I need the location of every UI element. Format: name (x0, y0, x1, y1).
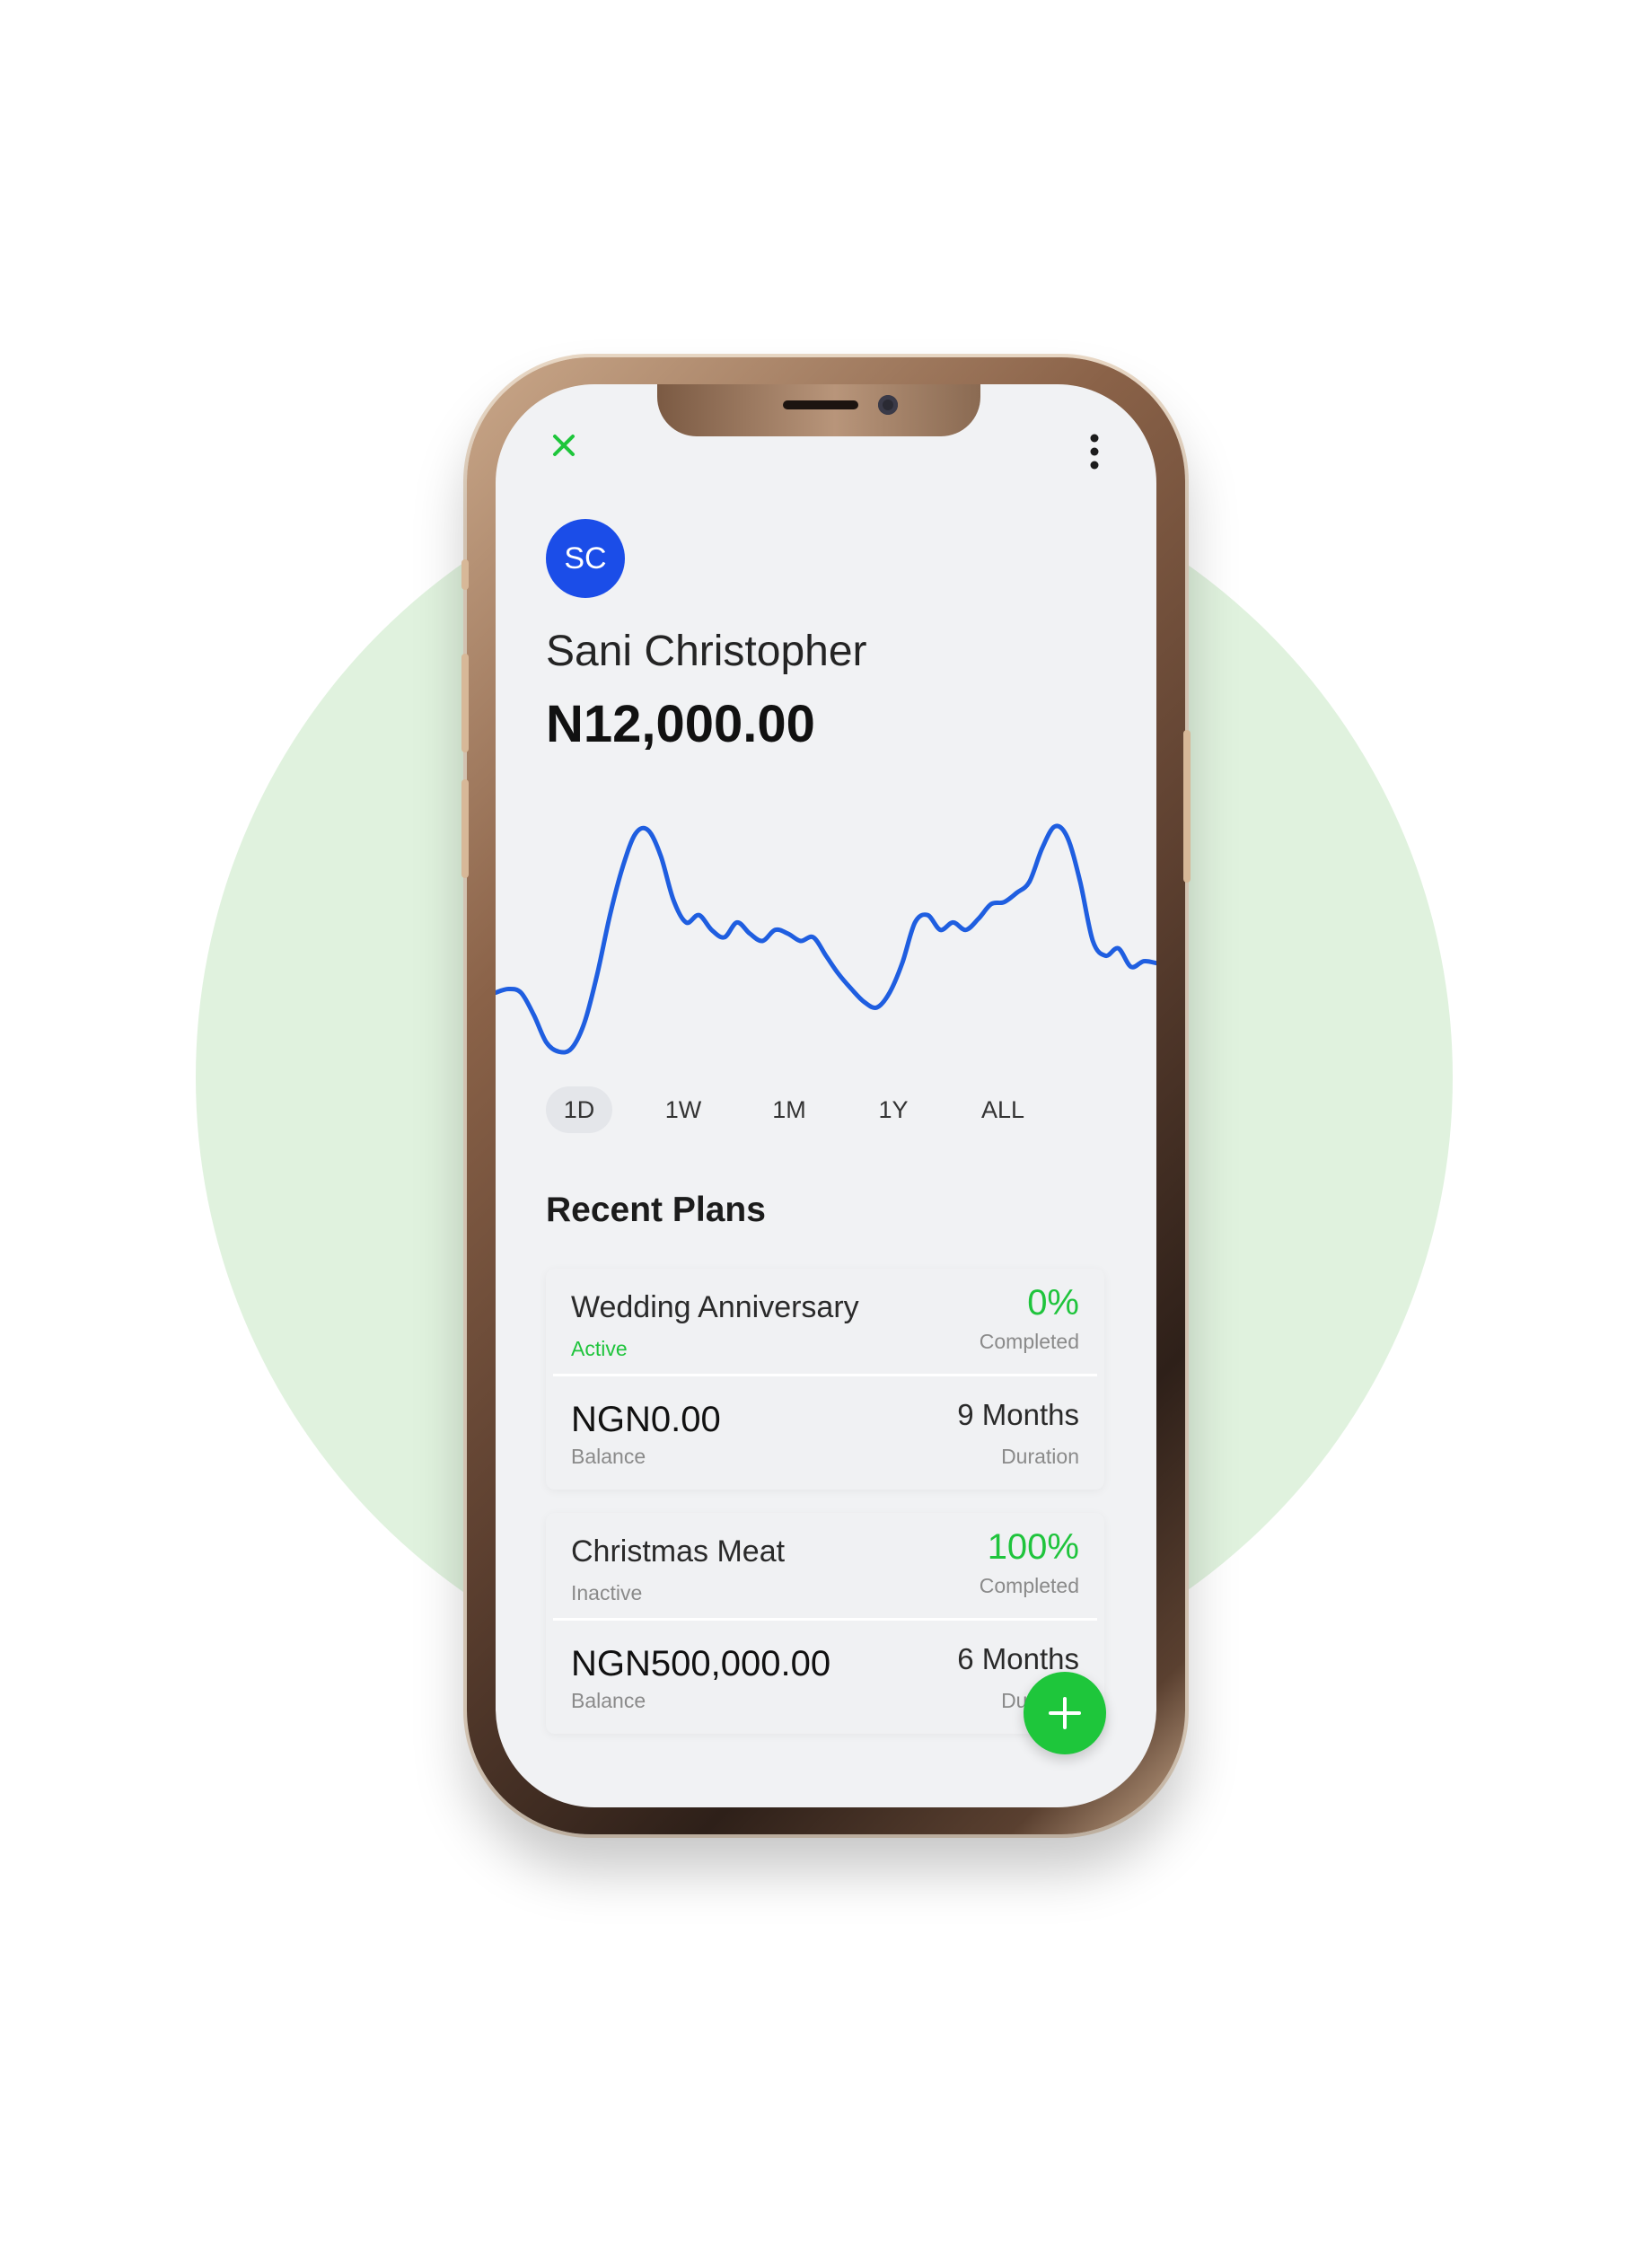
card-divider (553, 1618, 1097, 1621)
plan-title: Christmas Meat (571, 1534, 786, 1569)
speaker-grille (783, 400, 858, 409)
phone-volume-up (461, 654, 469, 752)
add-plan-button[interactable] (1024, 1672, 1106, 1754)
balance-chart (496, 823, 1156, 1055)
period-1m[interactable]: 1M (756, 1086, 822, 1133)
plan-duration-label: Duration (1001, 1445, 1079, 1468)
chart-series-line (496, 823, 1156, 1055)
plan-balance-label: Balance (571, 1689, 646, 1712)
period-all[interactable]: ALL (962, 1086, 1043, 1133)
period-selector: 1D 1W 1M 1Y ALL (546, 1086, 1085, 1137)
more-options-button[interactable] (1081, 431, 1108, 472)
plan-duration: 9 Months (957, 1398, 1079, 1431)
period-1d[interactable]: 1D (546, 1086, 612, 1133)
plan-completion-percent: 100% (987, 1527, 1079, 1567)
phone-notch (657, 384, 980, 436)
plan-status: Inactive (571, 1581, 643, 1604)
close-button[interactable] (546, 427, 582, 463)
plan-balance: NGN0.00 (571, 1400, 721, 1439)
plan-balance: NGN500,000.00 (571, 1644, 831, 1683)
plan-balance-label: Balance (571, 1445, 646, 1468)
avatar[interactable]: SC (546, 519, 625, 598)
plan-completion-label: Completed (979, 1330, 1079, 1353)
plan-card-wedding-anniversary[interactable]: Wedding Anniversary Active 0% Completed … (546, 1269, 1104, 1490)
plan-completion-label: Completed (979, 1574, 1079, 1597)
plan-title: Wedding Anniversary (571, 1290, 859, 1324)
phone-volume-down (461, 779, 469, 878)
recent-plans-title: Recent Plans (546, 1191, 766, 1229)
card-divider (553, 1374, 1097, 1376)
plan-card-christmas-meat[interactable]: Christmas Meat Inactive 100% Completed N… (546, 1513, 1104, 1734)
phone-frame: SC Sani Christopher N12,000.00 1D 1W 1M … (461, 357, 1191, 1834)
app-screen: SC Sani Christopher N12,000.00 1D 1W 1M … (496, 384, 1156, 1807)
close-icon (553, 435, 575, 456)
plan-completion-percent: 0% (1027, 1283, 1079, 1323)
period-1w[interactable]: 1W (650, 1086, 716, 1133)
account-balance: N12,000.00 (546, 695, 815, 753)
phone-power-button (1183, 730, 1191, 883)
phone-mute-switch (461, 559, 469, 590)
plus-icon (1049, 1697, 1081, 1729)
camera-icon (878, 395, 898, 415)
more-vertical-icon (1090, 434, 1099, 470)
plan-status: Active (571, 1337, 628, 1360)
user-name: Sani Christopher (546, 628, 867, 675)
period-1y[interactable]: 1Y (860, 1086, 927, 1133)
